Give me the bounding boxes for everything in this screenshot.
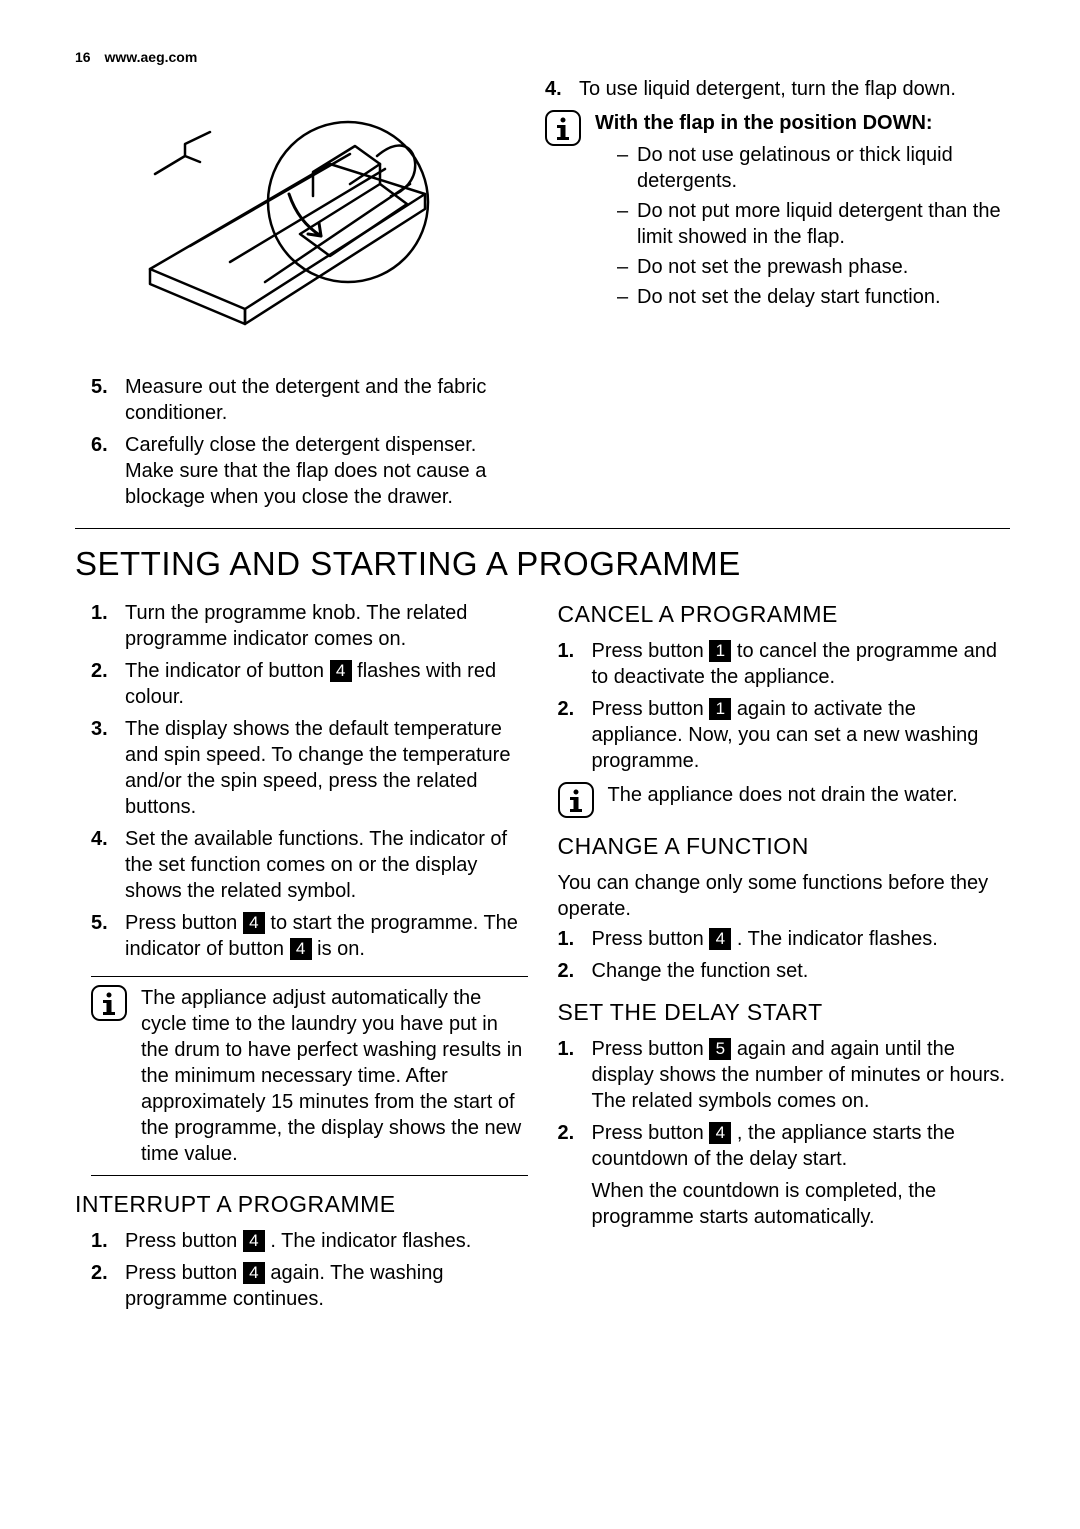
info-lead: With the flap in the position DOWN: bbox=[595, 112, 933, 134]
step-number: 5. bbox=[91, 374, 125, 426]
button-ref: 4 bbox=[243, 1262, 265, 1284]
info-item: Do not set the prewash phase. bbox=[617, 254, 1010, 280]
step-number: 5. bbox=[91, 910, 125, 962]
button-ref: 4 bbox=[290, 938, 312, 960]
step-text: Press button 4 . The indicator flashes. bbox=[592, 926, 1011, 952]
step-number: 2. bbox=[558, 958, 592, 984]
info-icon bbox=[545, 110, 581, 146]
step-number: 1. bbox=[558, 638, 592, 690]
info-item: Do not use gelatinous or thick liquid de… bbox=[617, 142, 1010, 194]
step-text: Press button 4 . The indicator flashes. bbox=[125, 1228, 528, 1254]
step-text: Change the function set. bbox=[592, 958, 1011, 984]
step-number: 2. bbox=[558, 1120, 592, 1230]
step-text: Press button 1 to cancel the programme a… bbox=[592, 638, 1011, 690]
subsection-title: SET THE DELAY START bbox=[558, 998, 1011, 1028]
page-number: 16 bbox=[75, 48, 91, 66]
step-text: Press button 5 again and again until the… bbox=[592, 1036, 1011, 1114]
detergent-flap-illustration bbox=[145, 84, 455, 354]
step-number: 1. bbox=[558, 926, 592, 952]
button-ref: 4 bbox=[709, 928, 731, 950]
step-number: 1. bbox=[91, 600, 125, 652]
step-number: 2. bbox=[91, 658, 125, 710]
step-text: Set the available functions. The indicat… bbox=[125, 826, 528, 904]
step-number: 3. bbox=[91, 716, 125, 820]
button-ref: 1 bbox=[709, 698, 731, 720]
step-text: The indicator of button 4 flashes with r… bbox=[125, 658, 528, 710]
info-icon bbox=[91, 985, 127, 1021]
info-item: Do not set the delay start function. bbox=[617, 284, 1010, 310]
info-icon bbox=[558, 782, 594, 818]
step-number: 1. bbox=[91, 1228, 125, 1254]
button-ref: 4 bbox=[243, 1230, 265, 1252]
button-ref: 5 bbox=[709, 1038, 731, 1060]
info-text: The appliance adjust automatically the c… bbox=[141, 985, 528, 1167]
step-number: 1. bbox=[558, 1036, 592, 1114]
step-number: 2. bbox=[558, 696, 592, 774]
info-item: Do not put more liquid detergent than th… bbox=[617, 198, 1010, 250]
button-ref: 4 bbox=[709, 1122, 731, 1144]
step-text: The display shows the default temperatur… bbox=[125, 716, 528, 820]
step-text: Turn the programme knob. The related pro… bbox=[125, 600, 528, 652]
step-text: Measure out the detergent and the fabric… bbox=[125, 374, 515, 426]
section-title: SETTING AND STARTING A PROGRAMME bbox=[75, 543, 1010, 586]
page-header: 16 www.aeg.com bbox=[75, 48, 1010, 66]
step-text: Carefully close the detergent dispenser.… bbox=[125, 432, 515, 510]
step-number: 4. bbox=[91, 826, 125, 904]
step-number: 2. bbox=[91, 1260, 125, 1312]
divider bbox=[75, 528, 1010, 529]
step-number: 6. bbox=[91, 432, 125, 510]
info-text: The appliance does not drain the water. bbox=[608, 782, 1011, 818]
step-text: Press button 4 again. The washing progra… bbox=[125, 1260, 528, 1312]
button-ref: 4 bbox=[330, 660, 352, 682]
step-number: 4. bbox=[545, 76, 579, 102]
intro-text: You can change only some functions befor… bbox=[558, 870, 1011, 922]
subsection-title: CHANGE A FUNCTION bbox=[558, 832, 1011, 862]
step-text: To use liquid detergent, turn the flap d… bbox=[579, 76, 1010, 102]
step-text: Press button 4 to start the programme. T… bbox=[125, 910, 528, 962]
step-text: Press button 1 again to activate the app… bbox=[592, 696, 1011, 774]
site-url: www.aeg.com bbox=[104, 49, 197, 65]
step-text: Press button 4 , the appliance starts th… bbox=[592, 1120, 1011, 1230]
button-ref: 4 bbox=[243, 912, 265, 934]
button-ref: 1 bbox=[709, 640, 731, 662]
subsection-title: CANCEL A PROGRAMME bbox=[558, 600, 1011, 630]
subsection-title: INTERRUPT A PROGRAMME bbox=[75, 1190, 528, 1220]
